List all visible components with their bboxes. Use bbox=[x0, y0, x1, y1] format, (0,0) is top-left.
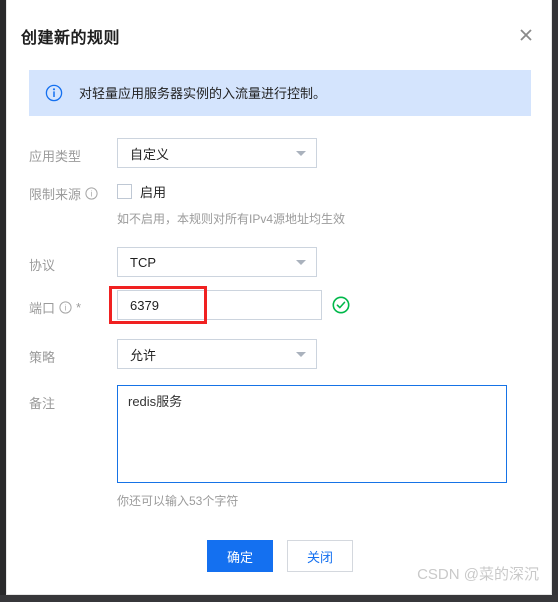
app-type-select[interactable]: 自定义 bbox=[117, 138, 317, 168]
label-remark: 备注 bbox=[29, 393, 55, 412]
page-backdrop-bottom bbox=[0, 595, 558, 602]
label-policy-text: 策略 bbox=[29, 350, 56, 365]
remark-control: redis服务 你还可以输入53个字符 bbox=[117, 385, 507, 509]
success-check-icon bbox=[332, 296, 350, 314]
svg-text:i: i bbox=[65, 303, 67, 312]
row-protocol: 协议 TCP bbox=[7, 247, 551, 279]
question-circle-icon[interactable]: i bbox=[59, 301, 72, 314]
required-marker: * bbox=[76, 300, 82, 315]
row-restrict-source: 限制来源 i 启用 如不启用，本规则对所有IPv4源地址均生效 bbox=[7, 182, 551, 230]
svg-text:i: i bbox=[91, 189, 93, 198]
label-remark-text: 备注 bbox=[29, 396, 56, 411]
protocol-select[interactable]: TCP bbox=[117, 247, 317, 277]
port-value: 6379 bbox=[130, 297, 159, 313]
create-rule-dialog: 创建新的规则 对轻量应用服务器实例的入流量进行控制。 应用类型 自定义 限制来源… bbox=[6, 0, 552, 595]
label-restrict-source: 限制来源 i bbox=[29, 184, 98, 203]
enable-checkbox-wrap[interactable]: 启用 bbox=[117, 182, 345, 201]
label-port-text: 端口 bbox=[29, 301, 56, 316]
info-circle-icon bbox=[45, 84, 63, 102]
enable-checkbox[interactable] bbox=[117, 184, 132, 199]
info-banner: 对轻量应用服务器实例的入流量进行控制。 bbox=[29, 70, 531, 116]
row-remark: 备注 redis服务 你还可以输入53个字符 bbox=[7, 385, 551, 515]
restrict-source-hint: 如不启用，本规则对所有IPv4源地址均生效 bbox=[117, 212, 346, 226]
chevron-down-icon bbox=[296, 260, 306, 265]
label-app-type: 应用类型 bbox=[29, 146, 81, 165]
close-button[interactable]: 关闭 bbox=[287, 540, 353, 572]
enable-checkbox-label: 启用 bbox=[140, 185, 167, 200]
chevron-down-icon bbox=[296, 352, 306, 357]
restrict-source-control: 启用 如不启用，本规则对所有IPv4源地址均生效 bbox=[117, 182, 345, 227]
info-banner-text: 对轻量应用服务器实例的入流量进行控制。 bbox=[79, 85, 327, 101]
label-restrict-source-text: 限制来源 bbox=[29, 187, 82, 202]
watermark: CSDN @菜的深沉 bbox=[417, 566, 539, 583]
label-protocol-text: 协议 bbox=[29, 258, 56, 273]
question-circle-icon[interactable]: i bbox=[85, 187, 98, 200]
chevron-down-icon bbox=[296, 151, 306, 156]
remark-textarea[interactable]: redis服务 bbox=[117, 385, 507, 483]
label-app-type-text: 应用类型 bbox=[29, 149, 82, 164]
port-input[interactable]: 6379 bbox=[117, 290, 322, 320]
confirm-button[interactable]: 确定 bbox=[207, 540, 273, 572]
row-port: 端口 i * 6379 bbox=[7, 290, 551, 322]
label-port: 端口 i * bbox=[29, 298, 81, 317]
row-app-type: 应用类型 自定义 bbox=[7, 138, 551, 170]
app-type-value: 自定义 bbox=[130, 146, 170, 162]
row-policy: 策略 允许 bbox=[7, 339, 551, 371]
screen: 创建新的规则 对轻量应用服务器实例的入流量进行控制。 应用类型 自定义 限制来源… bbox=[0, 0, 558, 602]
dialog-title: 创建新的规则 bbox=[21, 30, 121, 47]
label-policy: 策略 bbox=[29, 347, 55, 366]
label-protocol: 协议 bbox=[29, 255, 55, 274]
policy-value: 允许 bbox=[130, 347, 157, 363]
page-backdrop-right bbox=[552, 0, 558, 602]
policy-select[interactable]: 允许 bbox=[117, 339, 317, 369]
close-icon[interactable] bbox=[515, 24, 537, 46]
protocol-value: TCP bbox=[130, 254, 156, 270]
remark-counter: 你还可以输入53个字符 bbox=[117, 494, 239, 508]
